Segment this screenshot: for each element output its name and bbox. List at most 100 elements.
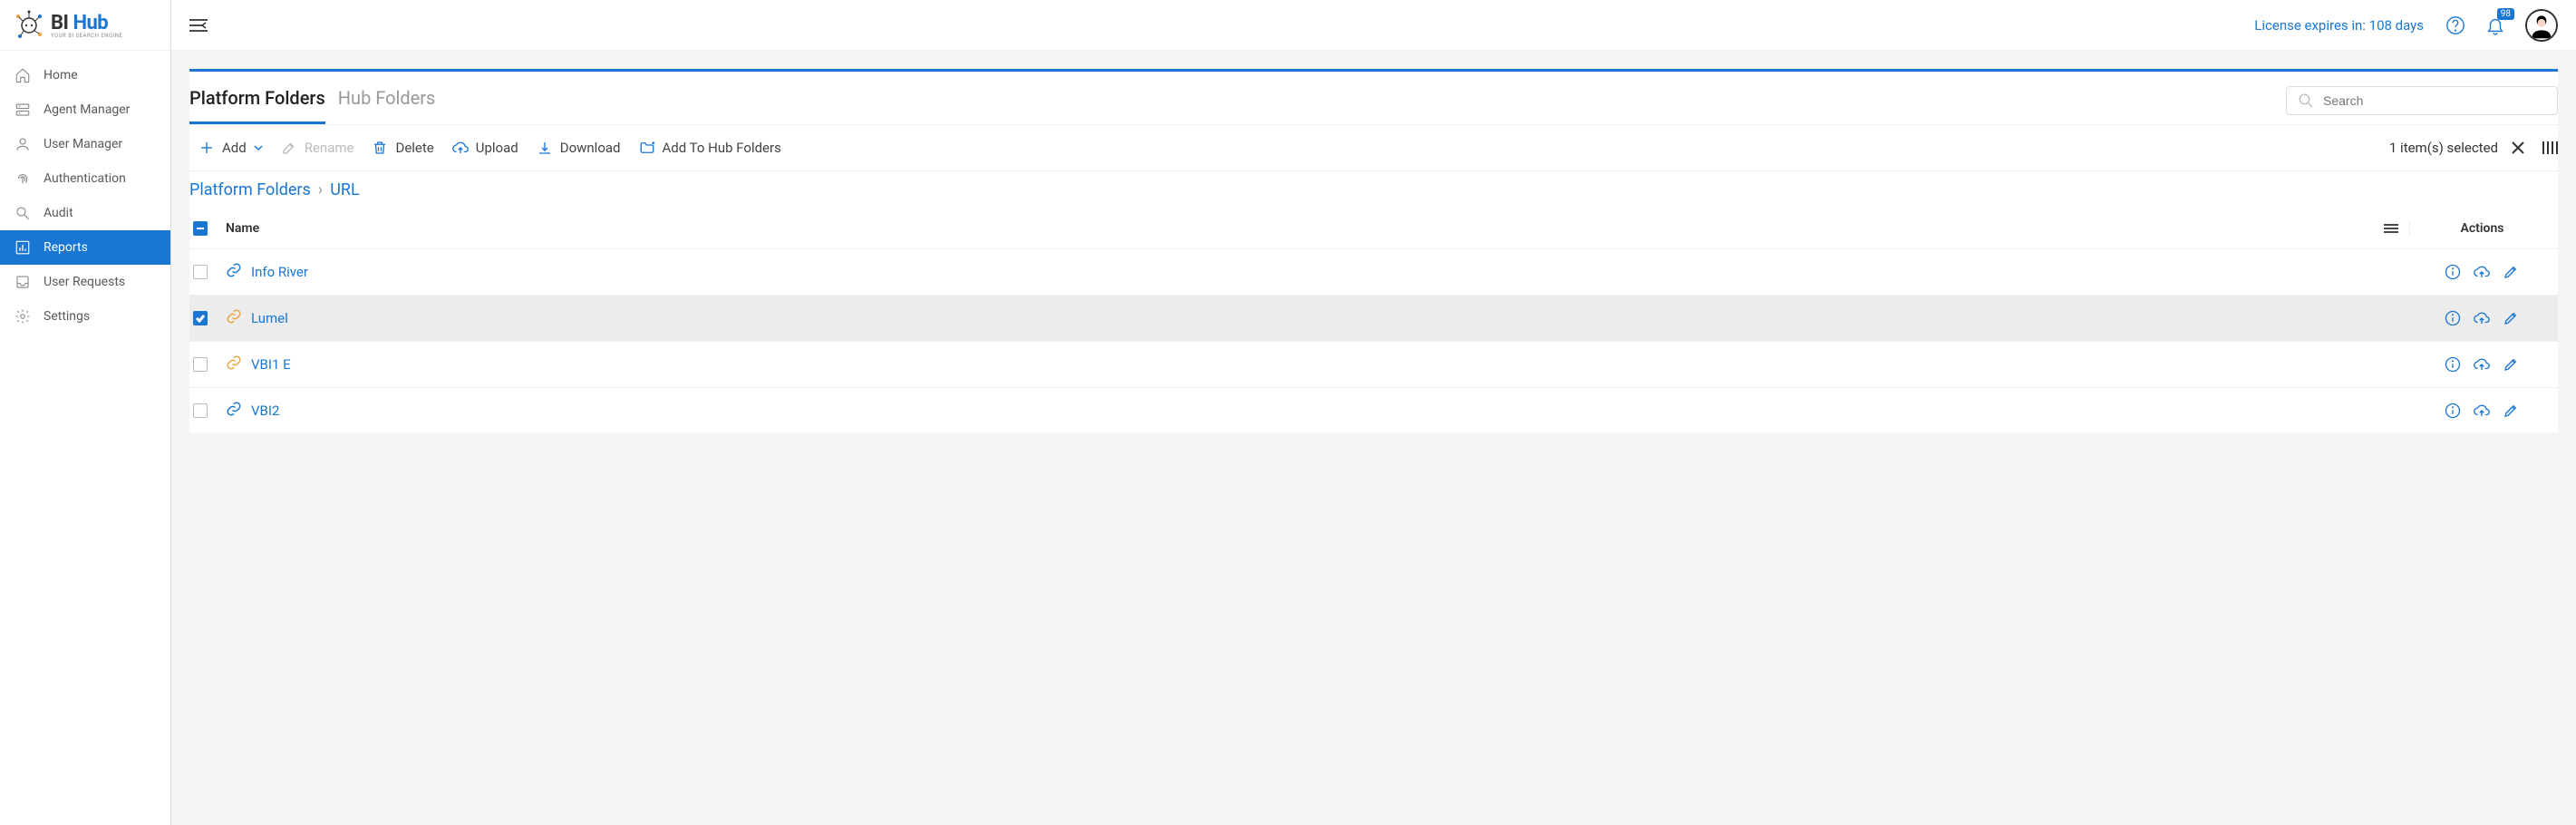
- sidebar-item-home[interactable]: Home: [0, 58, 170, 92]
- folder-add-icon: [639, 140, 655, 156]
- upload-button[interactable]: [2474, 356, 2490, 373]
- chevron-down-icon: [254, 143, 263, 152]
- search-icon: [2298, 92, 2314, 109]
- edit-icon: [281, 140, 297, 156]
- selection-count: 1 item(s) selected: [2389, 140, 2498, 156]
- columns-button[interactable]: [2542, 140, 2558, 156]
- row-checkbox[interactable]: [193, 265, 208, 279]
- help-icon: [2445, 15, 2465, 35]
- sidebar-item-reports[interactable]: Reports: [0, 230, 170, 265]
- nav-list: Home Agent Manager User Manager Authenti…: [0, 51, 170, 334]
- sidebar-item-label: Reports: [44, 240, 88, 255]
- button-label: Delete: [395, 140, 433, 156]
- upload-button[interactable]: [2474, 403, 2490, 419]
- breadcrumb: Platform Folders › URL: [189, 171, 2558, 209]
- add-button[interactable]: Add: [189, 136, 272, 160]
- tab-hub-folders[interactable]: Hub Folders: [338, 87, 436, 124]
- pencil-icon: [2503, 356, 2519, 373]
- link-icon: [226, 354, 242, 374]
- info-button[interactable]: [2445, 310, 2461, 326]
- sidebar-item-label: Authentication: [44, 171, 126, 186]
- sidebar-item-authentication[interactable]: Authentication: [0, 161, 170, 196]
- close-icon: [2511, 141, 2525, 155]
- edit-button[interactable]: [2503, 264, 2519, 280]
- gear-icon: [15, 308, 31, 325]
- button-label: Upload: [476, 140, 518, 156]
- breadcrumb-current[interactable]: URL: [330, 180, 359, 199]
- trash-icon: [372, 140, 388, 156]
- search-input[interactable]: [2323, 93, 2546, 108]
- info-button[interactable]: [2445, 264, 2461, 280]
- help-button[interactable]: [2445, 15, 2465, 35]
- upload-button[interactable]: [2474, 310, 2490, 326]
- row-checkbox[interactable]: [193, 403, 208, 418]
- sidebar-item-agent-manager[interactable]: Agent Manager: [0, 92, 170, 127]
- button-label: Add To Hub Folders: [663, 140, 781, 156]
- download-button[interactable]: Download: [528, 136, 630, 160]
- button-label: Rename: [305, 140, 354, 156]
- search-icon: [15, 205, 31, 221]
- tab-platform-folders[interactable]: Platform Folders: [189, 87, 325, 124]
- button-label: Add: [222, 140, 247, 156]
- edit-button[interactable]: [2503, 356, 2519, 373]
- column-menu-button[interactable]: [2373, 223, 2409, 234]
- notifications-button[interactable]: 98: [2485, 15, 2505, 35]
- delete-button[interactable]: Delete: [363, 136, 442, 160]
- avatar[interactable]: [2525, 9, 2558, 42]
- link-icon: [226, 308, 242, 328]
- topbar: License expires in: 108 days 98: [171, 0, 2576, 51]
- clear-selection-button[interactable]: [2511, 141, 2525, 155]
- logo-icon: [13, 9, 45, 42]
- table-row[interactable]: Lumel: [189, 296, 2558, 342]
- row-name[interactable]: VBI1 E: [251, 356, 291, 373]
- menu-icon: [2384, 223, 2398, 234]
- avatar-icon: [2527, 11, 2556, 40]
- column-header-name[interactable]: Name: [220, 221, 2373, 236]
- pencil-icon: [2503, 264, 2519, 280]
- sidebar: BI Hub YOUR BI SEARCH ENGINE Home Agent …: [0, 0, 171, 825]
- menu-toggle-button[interactable]: [189, 18, 208, 33]
- table-row[interactable]: VBI1 E: [189, 342, 2558, 388]
- sidebar-item-label: Home: [44, 68, 78, 82]
- sidebar-item-user-requests[interactable]: User Requests: [0, 265, 170, 299]
- logo[interactable]: BI Hub YOUR BI SEARCH ENGINE: [0, 0, 170, 51]
- edit-button[interactable]: [2503, 310, 2519, 326]
- row-checkbox[interactable]: [193, 357, 208, 372]
- button-label: Download: [560, 140, 621, 156]
- info-button[interactable]: [2445, 356, 2461, 373]
- cloud-upload-icon: [2474, 403, 2490, 419]
- chart-icon: [15, 239, 31, 256]
- info-icon: [2445, 264, 2461, 280]
- cloud-upload-icon: [2474, 310, 2490, 326]
- breadcrumb-root[interactable]: Platform Folders: [189, 180, 311, 199]
- search-box[interactable]: [2286, 86, 2558, 115]
- inbox-icon: [15, 274, 31, 290]
- upload-button[interactable]: [2474, 264, 2490, 280]
- select-all-checkbox[interactable]: [193, 221, 208, 236]
- column-header-actions: Actions: [2409, 221, 2554, 236]
- sidebar-item-settings[interactable]: Settings: [0, 299, 170, 334]
- row-name[interactable]: VBI2: [251, 403, 279, 419]
- sidebar-item-label: Settings: [44, 309, 90, 324]
- cloud-upload-icon: [2474, 264, 2490, 280]
- logo-text-b: Hub: [73, 12, 108, 34]
- table-row[interactable]: VBI2: [189, 388, 2558, 434]
- download-icon: [537, 140, 553, 156]
- row-name[interactable]: Lumel: [251, 310, 288, 326]
- upload-button[interactable]: Upload: [443, 136, 528, 160]
- hamburger-icon: [189, 18, 208, 33]
- info-icon: [2445, 403, 2461, 419]
- row-name[interactable]: Info River: [251, 264, 308, 280]
- sidebar-item-audit[interactable]: Audit: [0, 196, 170, 230]
- info-button[interactable]: [2445, 403, 2461, 419]
- sidebar-item-label: User Requests: [44, 275, 125, 289]
- pencil-icon: [2503, 310, 2519, 326]
- plus-icon: [199, 140, 215, 156]
- row-checkbox[interactable]: [193, 311, 208, 325]
- table-row[interactable]: Info River: [189, 249, 2558, 296]
- rename-button[interactable]: Rename: [272, 136, 363, 160]
- sidebar-item-user-manager[interactable]: User Manager: [0, 127, 170, 161]
- edit-button[interactable]: [2503, 403, 2519, 419]
- info-icon: [2445, 310, 2461, 326]
- add-to-hub-button[interactable]: Add To Hub Folders: [630, 136, 790, 160]
